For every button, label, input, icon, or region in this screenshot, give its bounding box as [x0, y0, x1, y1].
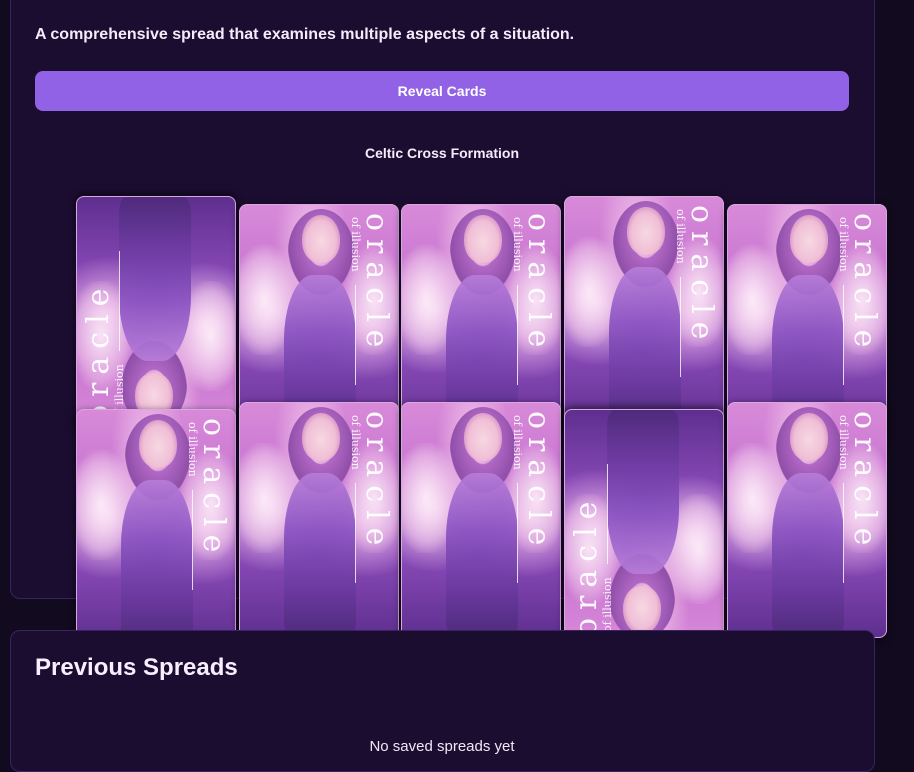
- card-brand-text: oracle: [521, 411, 556, 554]
- card-art-face: [790, 413, 828, 461]
- reveal-cards-button[interactable]: Reveal Cards: [35, 71, 849, 111]
- spread-description: A comprehensive spread that examines mul…: [35, 26, 575, 43]
- card-art-face: [623, 586, 661, 634]
- card-brand-text: oracle: [81, 280, 116, 423]
- card-divider-line: [517, 285, 518, 385]
- card-brand-text: oracle: [847, 213, 882, 356]
- card-divider-line: [119, 251, 120, 351]
- card-subtitle-text: of illusion: [349, 415, 362, 470]
- card-divider-line: [355, 483, 356, 583]
- tarot-card[interactable]: oracle of illusion: [727, 402, 887, 638]
- card-divider-line: [192, 490, 193, 590]
- card-divider-line: [843, 483, 844, 583]
- card-brand-text: oracle: [847, 411, 882, 554]
- card-brand-text: oracle: [359, 411, 394, 554]
- card-art-face: [302, 413, 340, 461]
- card-subtitle-text: of illusion: [601, 577, 614, 632]
- formation-title: Celtic Cross Formation: [364, 145, 520, 161]
- card-art-face: [464, 215, 502, 263]
- card-brand-text: oracle: [196, 418, 231, 561]
- card-art-figure: [121, 480, 193, 644]
- card-art-face: [464, 413, 502, 461]
- tarot-card[interactable]: oracle of illusion: [564, 196, 724, 432]
- card-subtitle-text: of illusion: [511, 217, 524, 272]
- history-title: Previous Spreads: [35, 654, 238, 681]
- card-subtitle-text: of illusion: [511, 415, 524, 470]
- card-divider-line: [843, 285, 844, 385]
- tarot-card[interactable]: oracle of illusion: [76, 196, 236, 432]
- card-divider-line: [355, 285, 356, 385]
- card-brand-text: oracle: [359, 213, 394, 356]
- history-empty-text: No saved spreads yet: [369, 738, 515, 755]
- card-subtitle-text: of illusion: [837, 415, 850, 470]
- tarot-card[interactable]: oracle of illusion: [564, 409, 724, 645]
- card-subtitle-text: of illusion: [837, 217, 850, 272]
- card-art-figure: [119, 197, 191, 361]
- card-divider-line: [607, 464, 608, 564]
- card-art-face: [139, 420, 177, 468]
- card-divider-line: [517, 483, 518, 583]
- card-subtitle-text: of illusion: [674, 209, 687, 264]
- card-subtitle-text: of illusion: [186, 422, 199, 477]
- card-art-face: [302, 215, 340, 263]
- card-brand-text: oracle: [684, 205, 719, 348]
- card-brand-text: oracle: [521, 213, 556, 356]
- card-art-figure: [772, 473, 844, 637]
- card-brand-text: oracle: [569, 493, 604, 636]
- card-divider-line: [680, 277, 681, 377]
- card-subtitle-text: of illusion: [349, 217, 362, 272]
- card-art-figure: [446, 473, 518, 637]
- tarot-card[interactable]: oracle of illusion: [239, 402, 399, 638]
- card-art-face: [627, 207, 665, 255]
- tarot-card[interactable]: oracle of illusion: [76, 409, 236, 645]
- card-art-figure: [609, 267, 681, 431]
- card-art-face: [790, 215, 828, 263]
- tarot-card[interactable]: oracle of illusion: [401, 402, 561, 638]
- card-art-figure: [284, 473, 356, 637]
- card-art-figure: [607, 410, 679, 574]
